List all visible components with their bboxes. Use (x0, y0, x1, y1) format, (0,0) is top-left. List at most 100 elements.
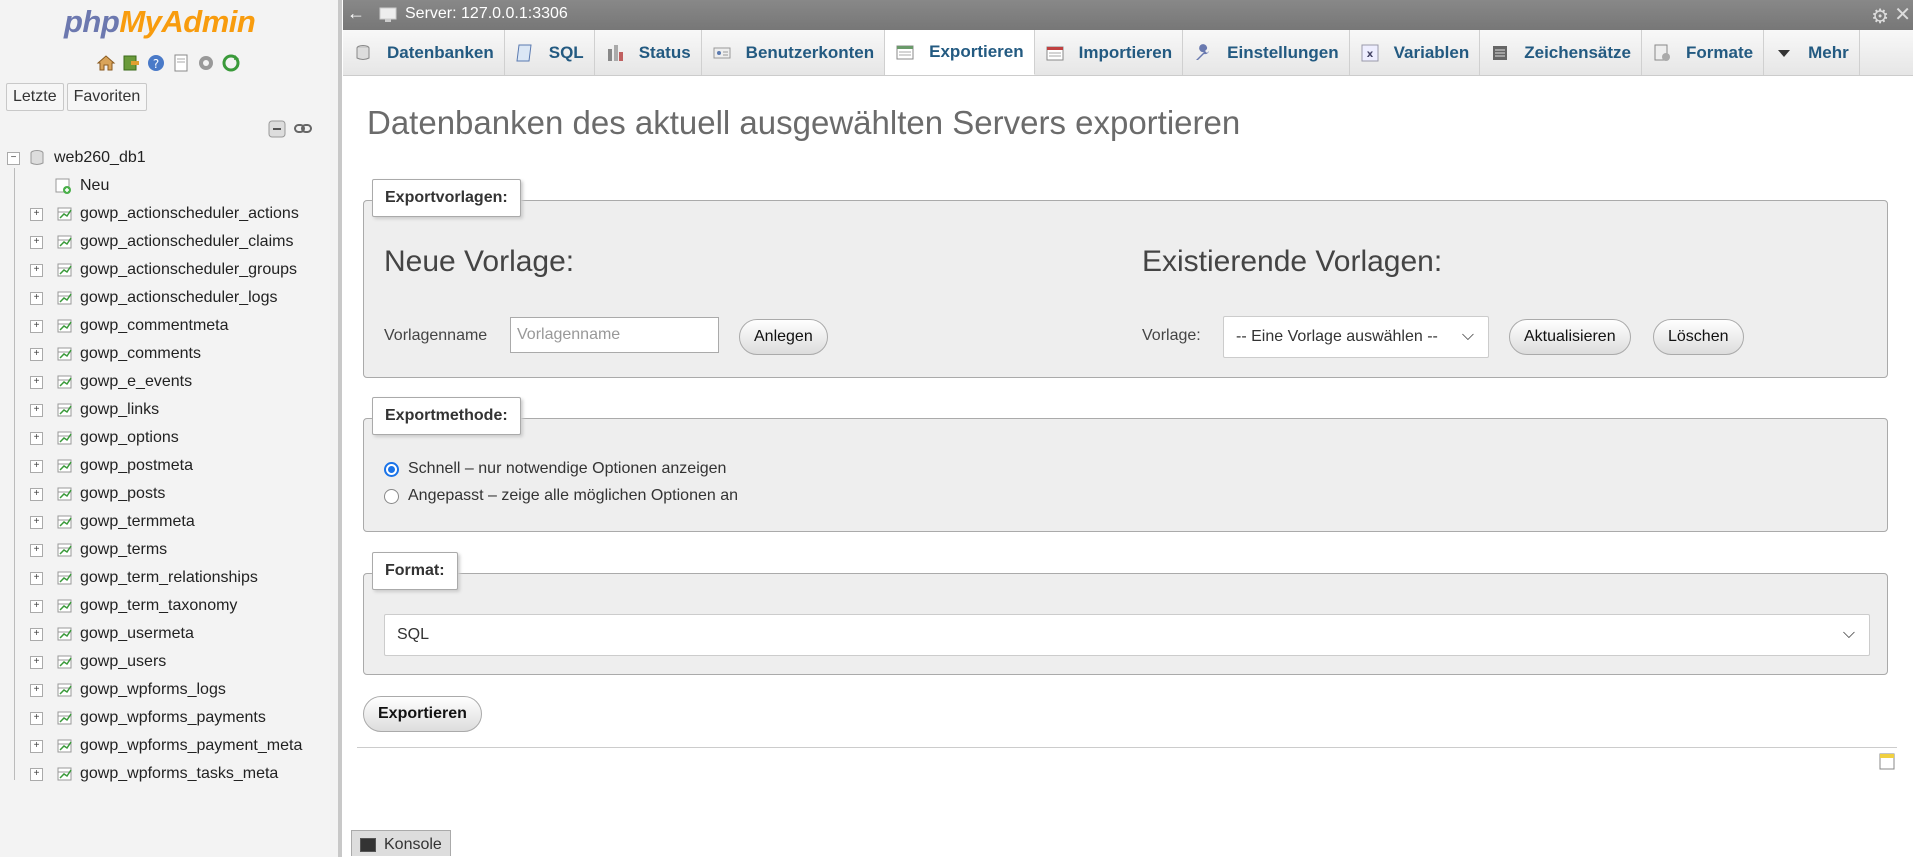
table-icon[interactable] (56, 737, 74, 755)
table-icon[interactable] (56, 373, 74, 391)
table-icon[interactable] (56, 485, 74, 503)
expand-icon[interactable]: + (30, 627, 43, 641)
tree-table-row[interactable]: + gowp_term_taxonomy (0, 592, 336, 620)
table-name[interactable]: gowp_options (80, 429, 179, 447)
expand-icon[interactable]: + (30, 319, 43, 333)
new-table-label[interactable]: Neu (80, 177, 109, 195)
tree-table-row[interactable]: + gowp_term_relationships (0, 564, 336, 592)
table-icon[interactable] (56, 429, 74, 447)
table-icon[interactable] (56, 709, 74, 727)
tab-mehr[interactable]: Mehr (1764, 30, 1860, 75)
expand-icon[interactable]: + (30, 291, 43, 305)
tab-variablen[interactable]: x Variablen (1350, 30, 1481, 75)
tree-new-row[interactable]: Neu (0, 172, 336, 200)
table-name[interactable]: gowp_posts (80, 485, 165, 503)
tree-db-row[interactable]: − web260_db1 (0, 144, 336, 172)
tree-table-row[interactable]: + gowp_commentmeta (0, 312, 336, 340)
table-name[interactable]: gowp_links (80, 401, 159, 419)
docs-icon[interactable] (171, 53, 191, 73)
tab-favorites[interactable]: Favoriten (66, 83, 148, 111)
table-icon[interactable] (56, 653, 74, 671)
help-icon[interactable]: ? (146, 53, 166, 73)
reload-icon[interactable] (221, 53, 241, 73)
table-name[interactable]: gowp_actionscheduler_actions (80, 205, 299, 223)
expand-icon[interactable]: + (30, 739, 43, 753)
table-name[interactable]: gowp_actionscheduler_logs (80, 289, 277, 307)
update-template-button[interactable]: Aktualisieren (1509, 319, 1631, 355)
tree-table-row[interactable]: + gowp_options (0, 424, 336, 452)
template-name-input[interactable] (510, 317, 719, 353)
tree-table-row[interactable]: + gowp_posts (0, 480, 336, 508)
expand-icon[interactable]: + (30, 515, 43, 529)
method-custom-option[interactable]: Angepasst – zeige alle möglichen Optione… (384, 487, 738, 505)
table-name[interactable]: gowp_wpforms_payments (80, 709, 266, 727)
settings-gear-icon[interactable]: ⚙ (1871, 4, 1889, 29)
table-icon[interactable] (56, 233, 74, 251)
notes-icon[interactable] (1879, 752, 1895, 770)
method-quick-label[interactable]: Schnell – nur notwendige Optionen anzeig… (408, 460, 726, 478)
table-name[interactable]: gowp_termmeta (80, 513, 195, 531)
table-icon[interactable] (56, 513, 74, 531)
table-name[interactable]: gowp_terms (80, 541, 167, 559)
table-name[interactable]: gowp_wpforms_logs (80, 681, 226, 699)
tree-table-row[interactable]: + gowp_actionscheduler_claims (0, 228, 336, 256)
collapse-bar-icon[interactable]: ✕ (1894, 2, 1911, 27)
table-name[interactable]: gowp_actionscheduler_groups (80, 261, 297, 279)
tab-importieren[interactable]: Importieren (1035, 30, 1184, 75)
tree-table-row[interactable]: + gowp_termmeta (0, 508, 336, 536)
tab-status[interactable]: Status (595, 30, 702, 75)
export-button[interactable]: Exportieren (363, 696, 482, 732)
expand-icon[interactable]: + (30, 543, 43, 557)
tree-table-row[interactable]: + gowp_links (0, 396, 336, 424)
table-icon[interactable] (56, 261, 74, 279)
expand-icon[interactable]: + (30, 403, 43, 417)
server-link[interactable]: Server: 127.0.0.1:3306 (405, 5, 568, 23)
expand-icon[interactable]: + (30, 375, 43, 389)
expand-icon[interactable]: + (30, 263, 43, 277)
table-name[interactable]: gowp_usermeta (80, 625, 194, 643)
table-name[interactable]: gowp_actionscheduler_claims (80, 233, 293, 251)
expand-icon[interactable]: + (30, 235, 43, 249)
tree-table-row[interactable]: + gowp_wpforms_logs (0, 676, 336, 704)
tab-formate[interactable]: Formate (1642, 30, 1765, 75)
phpmyadmin-logo[interactable]: phpMyAdmin (64, 4, 256, 40)
tree-table-row[interactable]: + gowp_comments (0, 340, 336, 368)
create-template-button[interactable]: Anlegen (739, 319, 828, 355)
back-arrow-icon[interactable]: ← (347, 3, 365, 24)
method-quick-option[interactable]: Schnell – nur notwendige Optionen anzeig… (384, 460, 726, 478)
collapse-icon[interactable]: − (7, 151, 20, 165)
tree-table-row[interactable]: + gowp_e_events (0, 368, 336, 396)
tree-table-row[interactable]: + gowp_actionscheduler_actions (0, 200, 336, 228)
tab-zeichens-tze[interactable]: Zeichensätze (1480, 30, 1642, 75)
expand-icon[interactable]: + (30, 347, 43, 361)
tree-table-row[interactable]: + gowp_usermeta (0, 620, 336, 648)
method-custom-label[interactable]: Angepasst – zeige alle möglichen Optione… (408, 487, 738, 505)
table-icon[interactable] (56, 569, 74, 587)
table-icon[interactable] (56, 625, 74, 643)
tab-einstellungen[interactable]: Einstellungen (1183, 30, 1350, 75)
table-icon[interactable] (56, 541, 74, 559)
expand-icon[interactable]: + (30, 207, 43, 221)
table-name[interactable]: gowp_users (80, 653, 166, 671)
expand-icon[interactable]: + (30, 767, 43, 781)
tree-table-row[interactable]: + gowp_actionscheduler_groups (0, 256, 336, 284)
console-toggle[interactable]: Konsole (351, 830, 451, 856)
collapse-all-icon[interactable] (268, 120, 286, 138)
table-icon[interactable] (56, 345, 74, 363)
table-name[interactable]: gowp_e_events (80, 373, 192, 391)
tab-benutzerkonten[interactable]: Benutzerkonten (702, 30, 886, 75)
tree-table-row[interactable]: + gowp_terms (0, 536, 336, 564)
tab-recent[interactable]: Letzte (6, 83, 64, 111)
expand-icon[interactable]: + (30, 711, 43, 725)
table-name[interactable]: gowp_commentmeta (80, 317, 229, 335)
template-select[interactable]: -- Eine Vorlage auswählen -- ⌵ (1223, 316, 1489, 358)
table-icon[interactable] (56, 401, 74, 419)
expand-icon[interactable]: + (30, 599, 43, 613)
method-quick-radio[interactable] (384, 461, 399, 477)
tree-table-row[interactable]: + gowp_users (0, 648, 336, 676)
database-name[interactable]: web260_db1 (54, 149, 146, 167)
tab-sql[interactable]: SQL (505, 30, 595, 75)
tab-exportieren[interactable]: Exportieren (885, 30, 1035, 75)
logout-icon[interactable] (121, 53, 141, 73)
nav-resizer[interactable] (338, 0, 342, 857)
